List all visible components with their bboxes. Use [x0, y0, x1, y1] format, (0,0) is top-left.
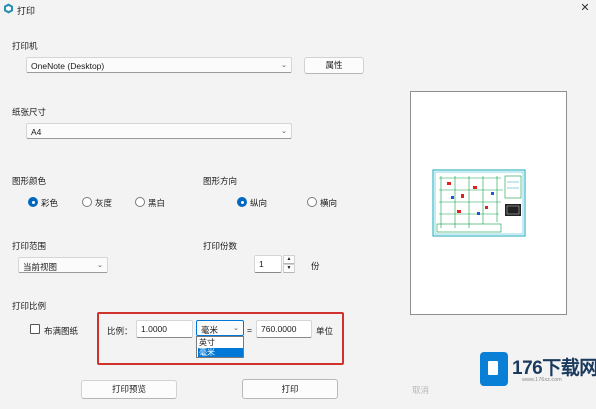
drawing-value-input[interactable]: 760.0000 — [256, 320, 312, 338]
print-button[interactable]: 打印 — [242, 379, 338, 399]
color-radio-gray-label: 灰度 — [95, 198, 113, 208]
color-radio-bw-label: 黑白 — [148, 198, 166, 208]
watermark-logo — [480, 352, 508, 386]
copies-value: 1 — [259, 259, 264, 269]
paper-size-select[interactable]: A4 ⌄ — [26, 123, 292, 139]
close-icon: ✕ — [580, 2, 590, 14]
copies-label: 打印份数 — [203, 241, 238, 251]
window-title: 打印 — [17, 6, 36, 16]
ratio-input[interactable]: 1.0000 — [136, 320, 193, 338]
spin-up-button[interactable]: ▲ — [283, 255, 295, 264]
properties-button[interactable]: 属性 — [304, 57, 364, 74]
print-scale-label: 打印比例 — [12, 301, 47, 311]
color-radio-color-label: 彩色 — [41, 198, 59, 208]
unit-selected: 毫米 — [201, 325, 219, 335]
preview-button[interactable]: 打印预览 — [81, 380, 177, 399]
print-range-selected: 当前视图 — [23, 262, 58, 272]
cancel-button[interactable]: 取消 — [412, 384, 429, 396]
watermark-brand: 176下载网 — [512, 358, 596, 379]
ratio-label: 比例： — [107, 326, 133, 336]
spin-up-icon: ▲ — [286, 256, 292, 262]
printer-selected: OneNote (Desktop) — [31, 61, 105, 71]
paper-size-selected: A4 — [31, 127, 42, 137]
copies-input[interactable]: 1 — [254, 255, 282, 273]
close-button[interactable]: ✕ — [577, 1, 593, 16]
chevron-down-icon: ⌄ — [281, 128, 287, 135]
fit-paper-checkbox[interactable] — [30, 324, 40, 334]
orientation-label: 图形方向 — [203, 176, 238, 186]
drawing-unit-label: 单位 — [316, 326, 334, 336]
spin-down-icon: ▼ — [286, 265, 292, 271]
print-range-select[interactable]: 当前视图 ⌄ — [18, 257, 108, 273]
ratio-value: 1.0000 — [141, 324, 167, 334]
orientation-radio-portrait-label: 纵向 — [250, 198, 268, 208]
chevron-down-icon: ⌄ — [97, 262, 103, 269]
unit-select[interactable]: 毫米 ⌄ — [196, 320, 244, 336]
app-logo-icon — [4, 3, 13, 14]
orientation-radio-landscape-label: 横向 — [320, 198, 338, 208]
orientation-radio-portrait[interactable] — [237, 197, 247, 207]
watermark-url: www.176xz.com — [522, 377, 562, 383]
chevron-down-icon: ⌄ — [281, 62, 287, 69]
drawing-value: 760.0000 — [261, 324, 297, 334]
fit-paper-label: 布满图纸 — [44, 326, 79, 336]
chevron-down-icon: ⌄ — [233, 325, 239, 332]
print-range-label: 打印范围 — [12, 241, 47, 251]
printer-select[interactable]: OneNote (Desktop) ⌄ — [26, 57, 292, 73]
color-radio-color[interactable] — [28, 197, 38, 207]
print-preview-paper — [410, 91, 567, 315]
unit-option-inch[interactable]: 英寸 — [198, 338, 243, 347]
graphic-color-label: 图形颜色 — [12, 176, 47, 186]
paper-size-label: 纸张尺寸 — [12, 107, 47, 117]
equals-sign: = — [247, 325, 252, 335]
unit-dropdown-list: 英寸 毫米 — [196, 336, 244, 358]
color-radio-gray[interactable] — [82, 197, 92, 207]
copies-unit: 份 — [311, 261, 320, 271]
unit-option-mm[interactable]: 毫米 — [198, 348, 243, 357]
printer-label: 打印机 — [12, 41, 38, 51]
preview-drawing — [432, 169, 526, 237]
orientation-radio-landscape[interactable] — [307, 197, 317, 207]
title-bar — [0, 0, 596, 18]
spin-down-button[interactable]: ▼ — [283, 264, 295, 273]
color-radio-bw[interactable] — [135, 197, 145, 207]
